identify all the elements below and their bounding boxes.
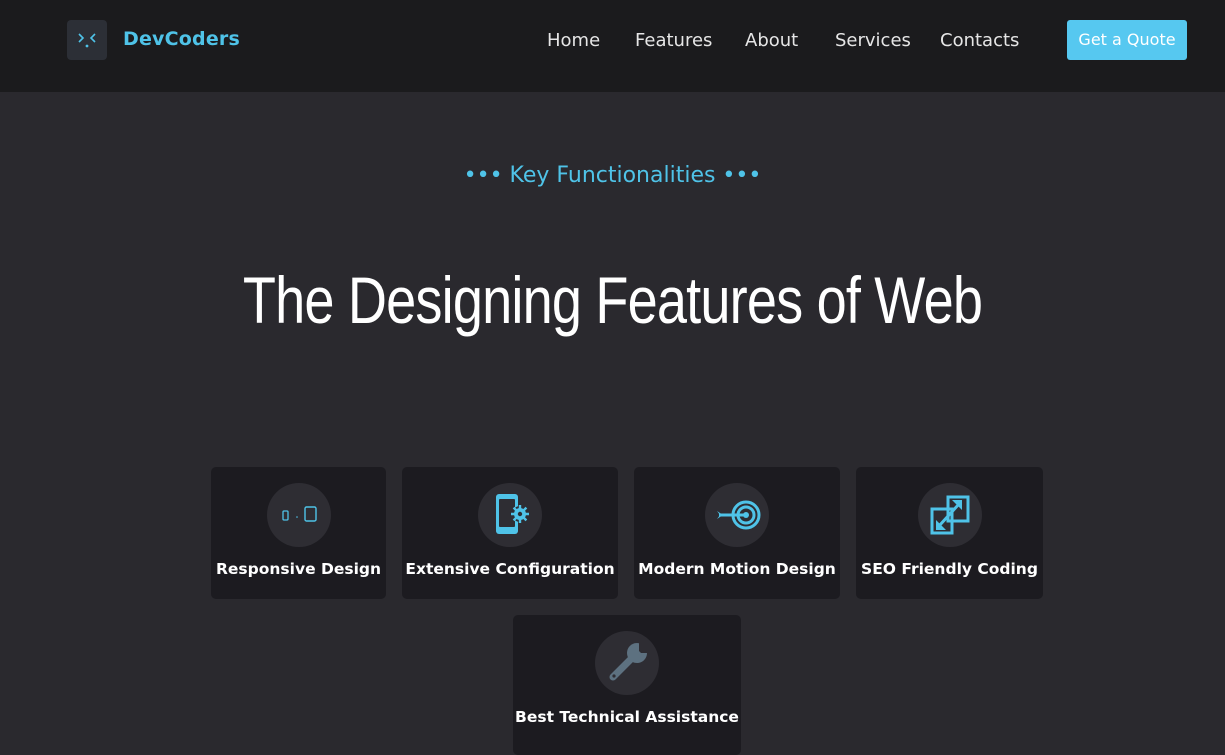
- nav-services[interactable]: Services: [835, 30, 911, 51]
- feature-card-responsive[interactable]: Responsive Design: [211, 467, 386, 599]
- feature-card-motion[interactable]: Modern Motion Design: [634, 467, 840, 599]
- get-quote-button[interactable]: Get a Quote: [1067, 20, 1187, 60]
- phone-settings-icon: [478, 483, 542, 547]
- feature-card-assistance[interactable]: Best Technical Assistance: [513, 615, 741, 755]
- top-navbar: DevCoders Home Features About Services C…: [0, 0, 1225, 92]
- feature-label: Best Technical Assistance: [515, 708, 739, 726]
- feature-card-configuration[interactable]: Extensive Configuration: [402, 467, 618, 599]
- nav-about[interactable]: About: [745, 30, 798, 51]
- transfer-arrows-icon: [917, 483, 982, 547]
- logo[interactable]: [67, 20, 107, 60]
- nav-features[interactable]: Features: [635, 30, 712, 51]
- page-title: The Designing Features of Web: [242, 263, 983, 337]
- feature-label: Modern Motion Design: [638, 560, 836, 578]
- feature-label: Responsive Design: [215, 560, 382, 578]
- feature-label: SEO Friendly Coding: [861, 560, 1038, 578]
- feature-label: Extensive Configuration: [405, 560, 615, 578]
- target-arrow-icon: [705, 483, 769, 547]
- feature-card-seo[interactable]: SEO Friendly Coding: [856, 467, 1043, 599]
- responsive-devices-icon: [266, 483, 331, 547]
- brand-name[interactable]: DevCoders: [123, 28, 240, 50]
- nav-contacts[interactable]: Contacts: [940, 30, 1019, 51]
- nav-home[interactable]: Home: [547, 30, 600, 51]
- section-kicker: ••• Key Functionalities •••: [463, 163, 762, 188]
- wrench-icon: [595, 631, 659, 695]
- code-brackets-icon: [78, 33, 96, 48]
